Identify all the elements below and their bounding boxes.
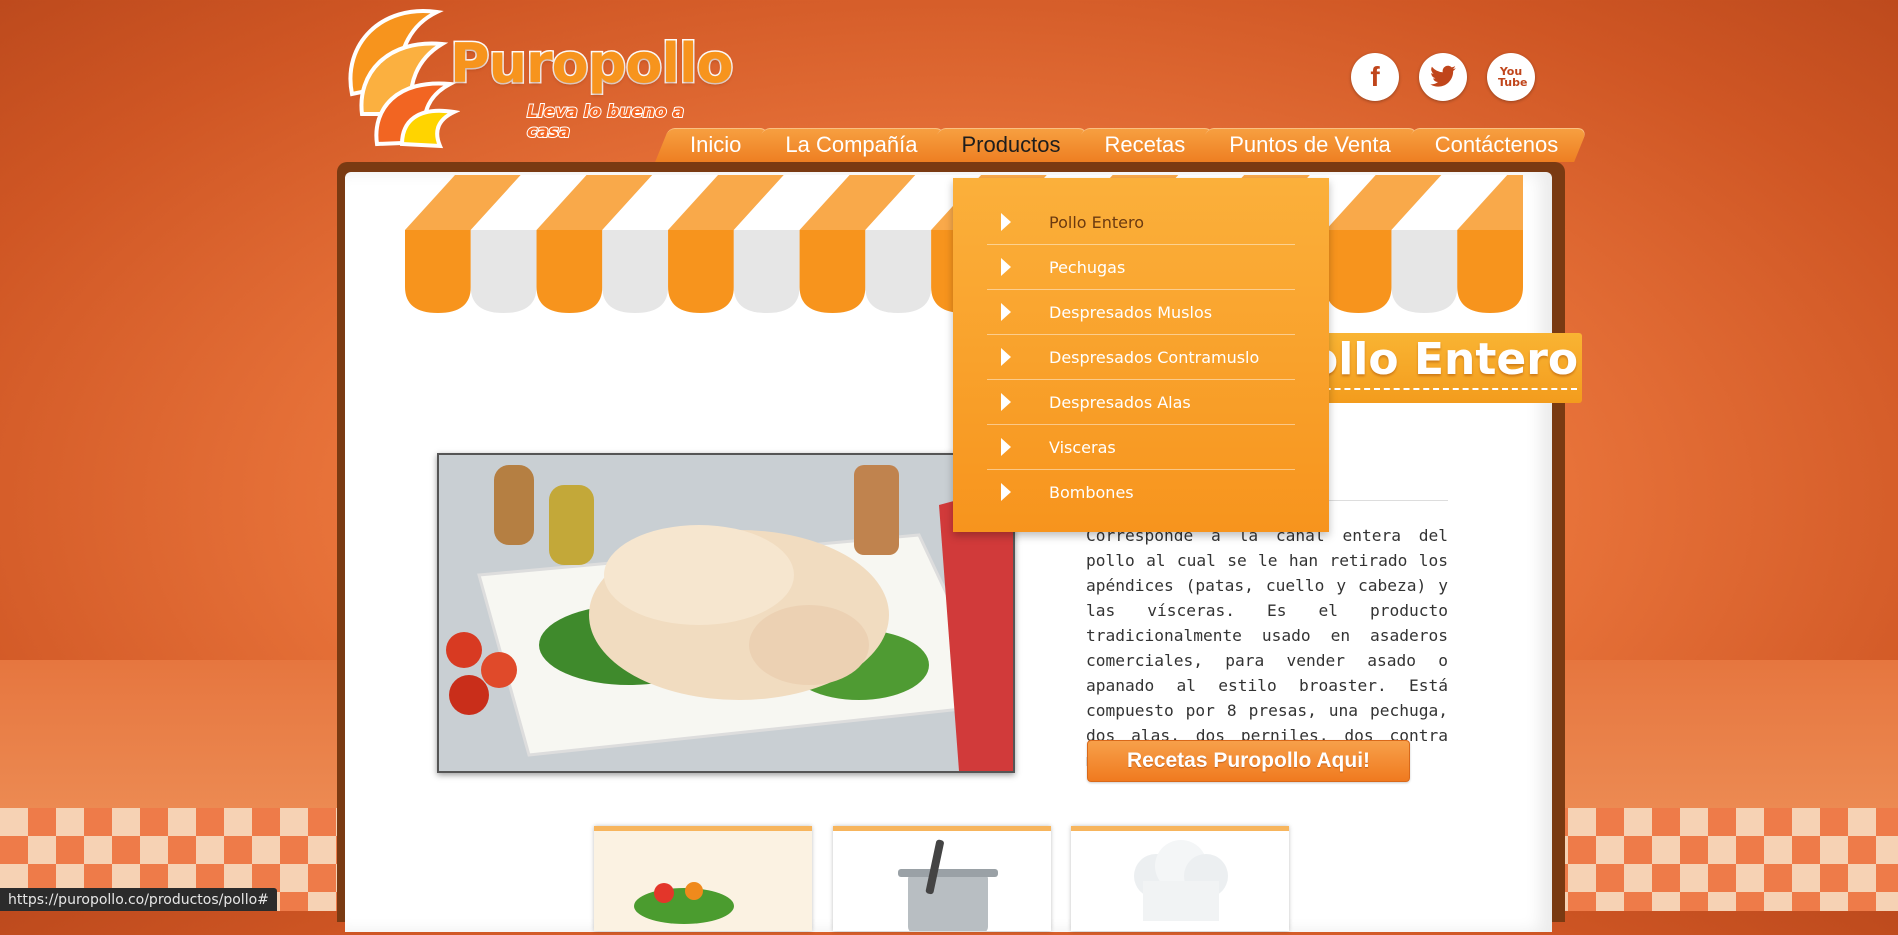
salad-icon (634, 882, 734, 924)
dropdown-item-despresados-alas[interactable]: Despresados Alas (987, 380, 1295, 425)
product-image (437, 453, 1015, 773)
browser-status-url: https://puropollo.co/productos/pollo# (0, 888, 277, 911)
dropdown-item-label: Bombones (1049, 482, 1134, 502)
nav-recetas-label: Recetas (1104, 132, 1186, 157)
awning-scallop (602, 230, 669, 313)
nav-inicio-label: Inicio (690, 132, 742, 157)
awning-scallop (536, 230, 603, 313)
cooking-pot-icon (898, 839, 998, 933)
nav-productos[interactable]: Productos (926, 128, 1090, 162)
arrow-right-icon (1001, 258, 1011, 276)
awning-scallop (470, 230, 537, 313)
dropdown-item-despresados-muslos[interactable]: Despresados Muslos (987, 290, 1295, 335)
nav-la-compania[interactable]: La Compañía (750, 128, 947, 162)
awning-scallop (1457, 230, 1523, 313)
feature-card-salad[interactable] (594, 826, 812, 931)
nav-productos-label: Productos (961, 132, 1061, 157)
nav-inicio[interactable]: Inicio (655, 128, 771, 162)
logo-rooster-icon (348, 8, 460, 149)
twitter-icon[interactable] (1419, 53, 1467, 101)
ribbon-stitch (1305, 388, 1577, 390)
arrow-right-icon (1001, 438, 1011, 456)
recipes-cta-button[interactable]: Recetas Puropollo Aqui! (1087, 740, 1410, 782)
arrow-right-icon (1001, 483, 1011, 501)
feature-card-cooking[interactable] (833, 826, 1051, 933)
social-links: f You Tube (1351, 53, 1535, 101)
awning-scallop (405, 230, 471, 313)
awning-scallop (668, 230, 734, 313)
dropdown-item-pechugas[interactable]: Pechugas (987, 245, 1295, 290)
awning-scallop (1391, 230, 1458, 313)
awning-scallop (799, 230, 866, 313)
main-nav: Inicio La Compañía Productos Recetas Pun… (655, 128, 1588, 162)
arrow-right-icon (1001, 213, 1011, 231)
logo-wordmark: Puropollo (449, 31, 736, 97)
youtube-icon-label: You Tube (1498, 65, 1528, 89)
productos-dropdown-menu: Pollo Entero Pechugas Despresados Muslos… (953, 178, 1329, 532)
dropdown-item-label: Pollo Entero (1049, 212, 1145, 232)
nav-la-compania-label: La Compañía (785, 132, 918, 157)
dropdown-item-label: Pechugas (1049, 257, 1126, 277)
dropdown-item-label: Visceras (1049, 437, 1116, 457)
awning-scallop (1325, 230, 1392, 313)
nav-recetas[interactable]: Recetas (1069, 128, 1215, 162)
arrow-right-icon (1001, 348, 1011, 366)
nav-contactenos-label: Contáctenos (1434, 132, 1559, 157)
awning-scallop (733, 230, 800, 313)
dropdown-item-label: Despresados Muslos (1049, 302, 1213, 322)
feature-card-chef[interactable] (1071, 826, 1289, 931)
dropdown-item-pollo-entero[interactable]: Pollo Entero (987, 200, 1295, 245)
chef-hat-icon (1134, 840, 1228, 921)
dropdown-item-label: Despresados Alas (1049, 392, 1191, 412)
nav-puntos-de-venta-label: Puntos de Venta (1229, 132, 1391, 157)
facebook-icon[interactable]: f (1351, 53, 1399, 101)
dropdown-item-label: Despresados Contramuslo (1049, 347, 1260, 367)
youtube-icon[interactable]: You Tube (1487, 53, 1535, 101)
awning-scallop (865, 230, 932, 313)
product-description: Corresponde a la canal entera del pollo … (1086, 526, 1448, 770)
dropdown-item-bombones[interactable]: Bombones (987, 470, 1295, 514)
arrow-right-icon (1001, 303, 1011, 321)
dropdown-item-visceras[interactable]: Visceras (987, 425, 1295, 470)
nav-contactenos[interactable]: Contáctenos (1399, 128, 1588, 162)
arrow-right-icon (1001, 393, 1011, 411)
dropdown-item-despresados-contramuslo[interactable]: Despresados Contramuslo (987, 335, 1295, 380)
nav-puntos-de-venta[interactable]: Puntos de Venta (1194, 128, 1420, 162)
page-title: ollo Entero (1308, 334, 1579, 385)
